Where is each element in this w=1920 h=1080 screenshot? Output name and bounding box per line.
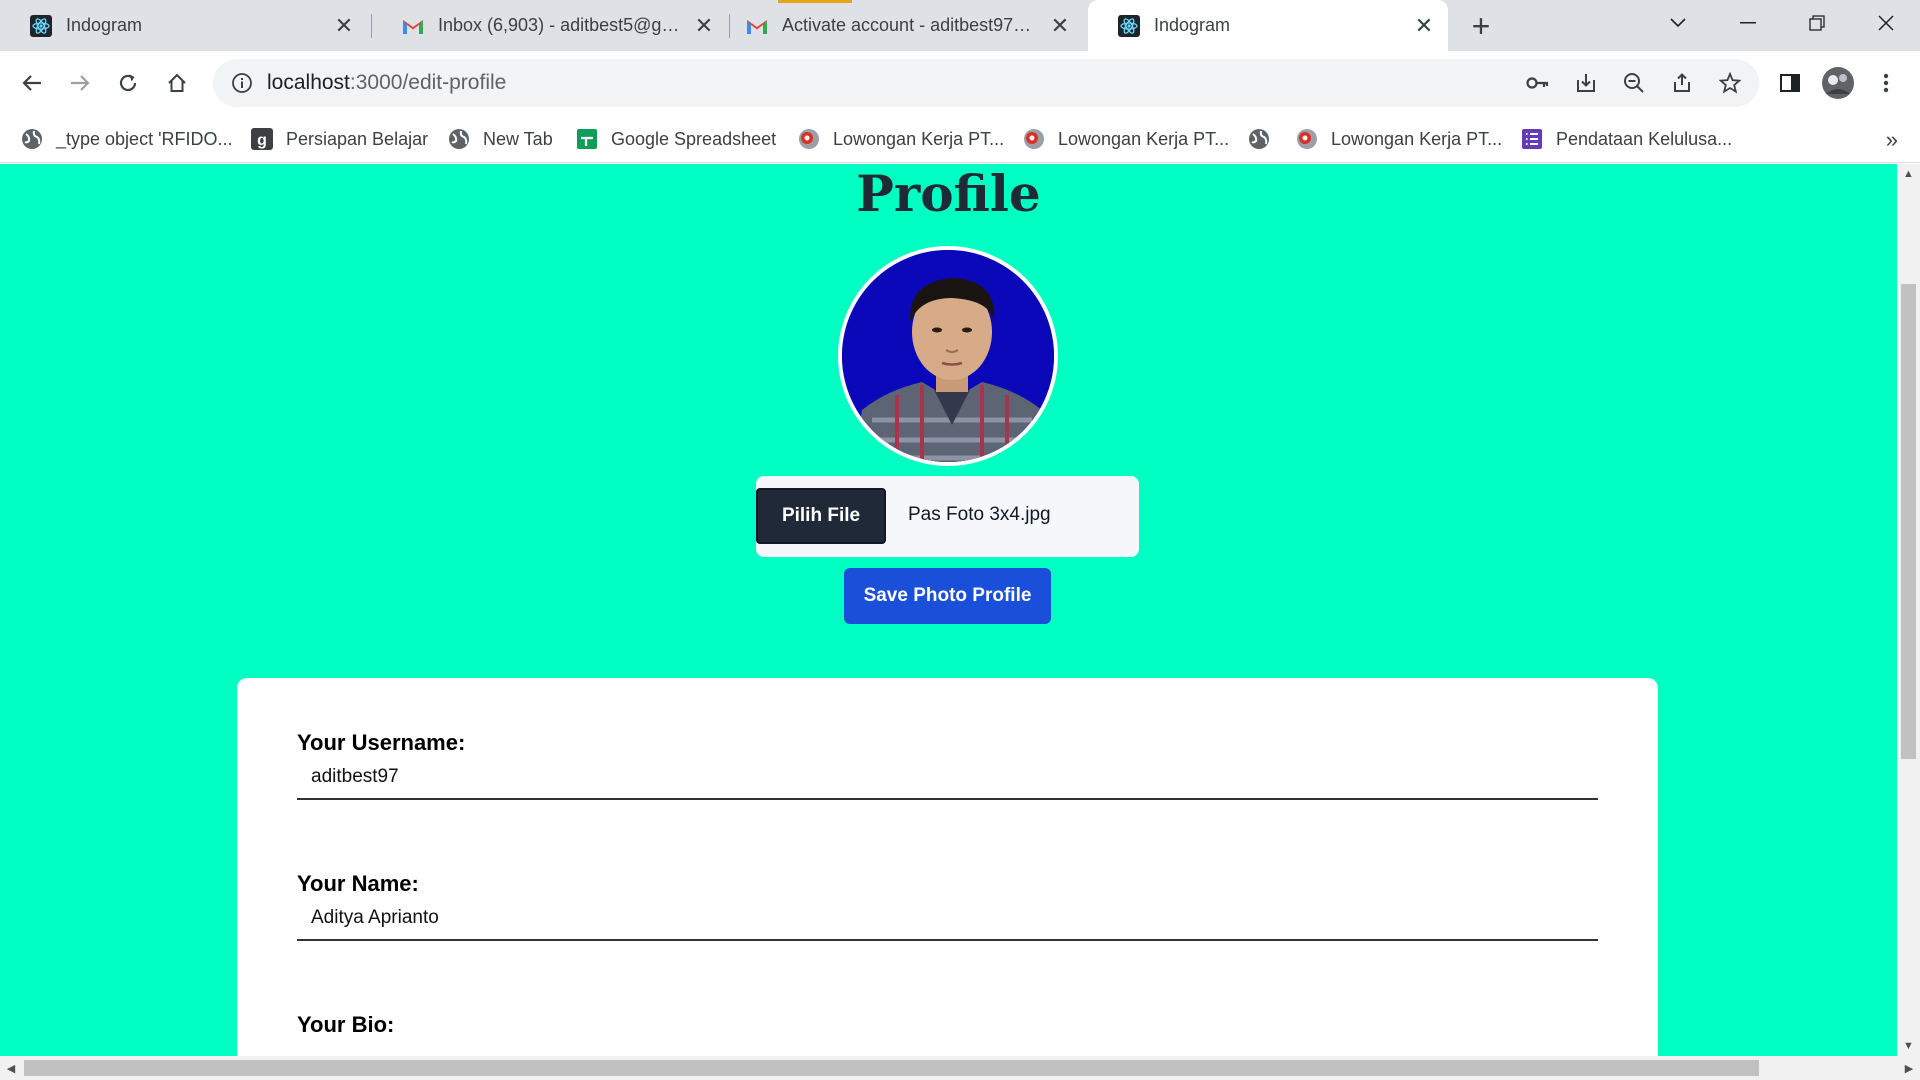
key-icon[interactable]: [1520, 65, 1556, 101]
tab-gmail-activate[interactable]: Activate account - aditbest97@gmail.com …: [716, 0, 1084, 51]
profile-form-card: Your Username: aditbest97 Your Name: Adi…: [237, 678, 1658, 1056]
forms-icon: [1520, 127, 1544, 151]
bookmark-label: _type object 'RFIDO...: [56, 128, 233, 149]
tab-title: Indogram: [66, 15, 143, 35]
name-input[interactable]: Aditya Aprianto: [297, 897, 1598, 941]
minimize-icon[interactable]: [1728, 6, 1768, 40]
globe-icon: [20, 127, 44, 151]
back-icon[interactable]: [14, 65, 50, 101]
svg-text:g: g: [257, 132, 267, 149]
vertical-scroll-thumb[interactable]: [1901, 284, 1916, 759]
jobs-icon: [797, 127, 821, 151]
side-panel-icon[interactable]: [1772, 65, 1808, 101]
close-icon[interactable]: ✕: [1410, 12, 1438, 40]
forward-icon[interactable]: [62, 65, 98, 101]
sheets-icon: [575, 127, 599, 151]
share-icon[interactable]: [1664, 65, 1700, 101]
bookmark-item[interactable]: Google Spreadsheet: [575, 125, 776, 153]
react-icon: [30, 14, 52, 37]
vertical-scrollbar[interactable]: ▲ ▼: [1897, 164, 1920, 1056]
name-label: Your Name:: [297, 871, 419, 896]
username-label: Your Username:: [297, 730, 466, 755]
bookmark-item[interactable]: Pendataan Kelulusa...: [1520, 125, 1732, 153]
scroll-up-arrow-icon[interactable]: ▲: [1897, 164, 1920, 184]
gmail-icon: [402, 15, 424, 37]
close-icon[interactable]: ✕: [1046, 12, 1074, 40]
save-photo-profile-button[interactable]: Save Photo Profile: [844, 568, 1051, 624]
tab-title: Inbox (6,903) - aditbest5@gmail.com: [438, 15, 690, 35]
bookmark-label: Google Spreadsheet: [611, 128, 777, 149]
scroll-down-arrow-icon[interactable]: ▼: [1897, 1036, 1920, 1056]
new-tab-button[interactable]: +: [1464, 8, 1498, 44]
bookmark-label: New Tab: [483, 128, 553, 149]
tab-strip: Indogram ✕ Inbox (6,903) - aditbest5@gma…: [0, 0, 1920, 51]
bookmark-item[interactable]: New Tab: [447, 125, 553, 153]
reload-icon[interactable]: [110, 65, 146, 101]
zoom-out-icon[interactable]: [1616, 65, 1652, 101]
tab-title: Activate account - aditbest97@gmail.com: [782, 15, 1046, 35]
profile-photo: [838, 246, 1058, 466]
url-host: localhost: [267, 71, 350, 94]
tab-title: Indogram: [1154, 15, 1231, 35]
bookmark-item[interactable]: g Persiapan Belajar: [250, 125, 428, 153]
bookmark-item[interactable]: Lowongan Kerja PT...: [1022, 125, 1229, 153]
bookmark-label: Lowongan Kerja PT...: [833, 128, 1005, 149]
selected-file-name: Pas Foto 3x4.jpg: [908, 504, 1051, 525]
page-title: Profile: [856, 164, 1041, 223]
globe-icon: [1247, 127, 1271, 151]
browser-toolbar: localhost:3000/edit-profile: [0, 51, 1920, 115]
restore-icon[interactable]: [1797, 6, 1837, 40]
close-icon[interactable]: ✕: [690, 12, 718, 40]
bookmarks-overflow-button[interactable]: »: [1886, 127, 1898, 153]
tab-indogram-1[interactable]: Indogram ✕: [0, 0, 368, 51]
bookmark-label: Lowongan Kerja PT...: [1058, 128, 1230, 149]
window-close-icon[interactable]: [1866, 6, 1906, 40]
jobs-icon: [1295, 127, 1319, 151]
bookmark-item[interactable]: Lowongan Kerja PT...: [1295, 125, 1502, 153]
bookmark-item[interactable]: _type object 'RFIDO...: [20, 125, 233, 153]
bookmark-item[interactable]: Lowongan Kerja PT...: [797, 125, 1004, 153]
bookmark-label: Lowongan Kerja PT...: [1331, 128, 1503, 149]
g-logo-icon: g: [250, 127, 274, 151]
file-upload-field[interactable]: Pilih File Pas Foto 3x4.jpg: [756, 476, 1139, 557]
url-text: localhost:3000/edit-profile: [267, 71, 506, 95]
bookmarks-bar: _type object 'RFIDO... g Persiapan Belaj…: [0, 115, 1920, 163]
tab-gmail-inbox[interactable]: Inbox (6,903) - aditbest5@gmail.com ✕: [372, 0, 728, 51]
menu-icon[interactable]: [1868, 65, 1904, 101]
home-icon[interactable]: [159, 65, 195, 101]
react-icon: [1118, 14, 1140, 37]
avatar-icon[interactable]: [1820, 65, 1856, 101]
info-icon[interactable]: [227, 72, 257, 94]
bio-label: Your Bio:: [297, 1012, 395, 1037]
page-viewport: Profile Pilih File Pas Foto 3x4.jpg Save…: [0, 164, 1897, 1056]
install-icon[interactable]: [1568, 65, 1604, 101]
scroll-left-arrow-icon[interactable]: ◀: [0, 1056, 22, 1080]
close-icon[interactable]: ✕: [330, 12, 358, 40]
horizontal-scrollbar[interactable]: ◀ ▶: [0, 1056, 1920, 1080]
bookmark-label: Persiapan Belajar: [286, 128, 429, 149]
username-input[interactable]: aditbest97: [297, 756, 1598, 800]
horizontal-scroll-thumb[interactable]: [24, 1060, 1759, 1076]
scroll-right-arrow-icon[interactable]: ▶: [1898, 1056, 1920, 1080]
gmail-icon: [746, 15, 768, 37]
jobs-icon: [1022, 127, 1046, 151]
choose-file-button[interactable]: Pilih File: [756, 488, 886, 544]
bookmark-label: Pendataan Kelulusa...: [1556, 128, 1733, 149]
tab-search-icon[interactable]: [1658, 6, 1698, 40]
globe-icon: [447, 127, 471, 151]
star-icon[interactable]: [1712, 65, 1748, 101]
url-path: :3000/edit-profile: [349, 71, 507, 94]
bookmark-item[interactable]: [1247, 125, 1283, 153]
tab-indogram-active[interactable]: Indogram ✕: [1088, 0, 1448, 51]
